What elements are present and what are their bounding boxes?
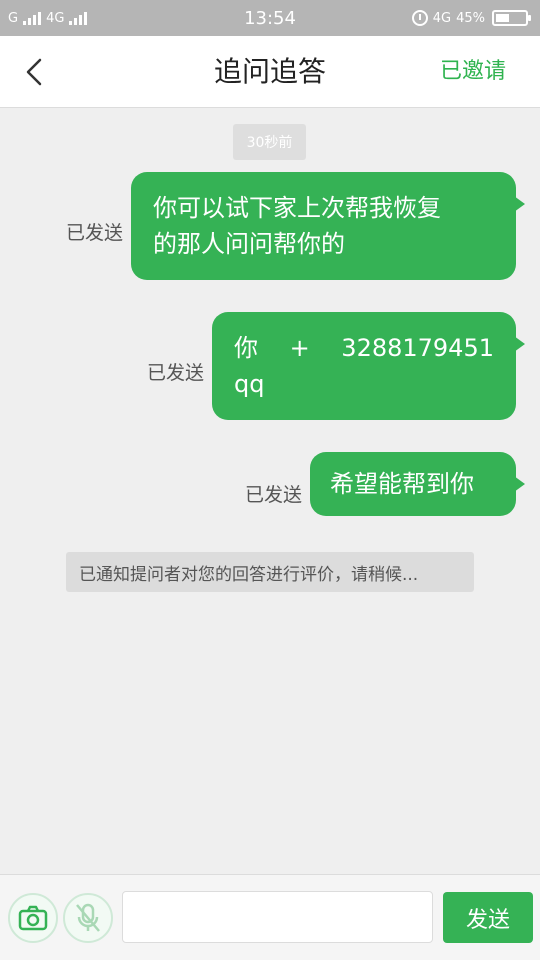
battery-icon	[492, 10, 531, 26]
system-notice: 已通知提问者对您的回答进行评价，请稍候...	[66, 552, 474, 592]
carrier-1: G	[8, 10, 19, 26]
invited-button[interactable]: 已邀请	[440, 36, 506, 108]
sent-status: 已发送	[65, 222, 123, 244]
message-word: 3288179451	[341, 334, 494, 362]
message-word: +	[289, 334, 310, 362]
signal-icon	[69, 11, 88, 25]
sent-status: 已发送	[244, 484, 302, 506]
message-bubble[interactable]: 你可以试下家上次帮我恢复 的那人问问帮你的	[131, 172, 525, 280]
nav-bar: 追问追答 已邀请	[0, 36, 540, 108]
message-bubble[interactable]: 你 + 3288179451 qq	[212, 312, 525, 420]
status-right: 4G 45%	[411, 10, 531, 26]
battery-percent: 45%	[456, 10, 485, 26]
message-timestamp: 30秒前	[233, 124, 306, 160]
message-bubble[interactable]: 希望能帮到你	[310, 452, 525, 516]
send-button[interactable]: 发送	[443, 892, 533, 943]
network-type: 4G	[432, 10, 452, 26]
voice-button[interactable]	[63, 893, 113, 943]
sent-status: 已发送	[146, 362, 204, 384]
signal-icon	[23, 11, 42, 25]
message-row: 已发送 希望能帮到你	[244, 452, 525, 516]
status-bar: G 4G 13:54 4G 45%	[0, 0, 540, 36]
message-row: 已发送 你 + 3288179451 qq	[146, 312, 525, 420]
back-button[interactable]	[16, 54, 52, 90]
camera-icon	[18, 905, 48, 931]
message-word: 你	[234, 334, 258, 362]
message-input[interactable]	[122, 891, 433, 943]
chevron-left-icon	[26, 58, 42, 86]
mic-off-icon	[76, 903, 100, 932]
input-bar: 发送	[0, 874, 540, 960]
message-line: 希望能帮到你	[330, 470, 474, 498]
camera-button[interactable]	[8, 893, 58, 943]
message-line: 你 + 3288179451	[234, 330, 494, 366]
message-line: qq	[234, 370, 265, 398]
message-line: 的那人问问帮你的	[153, 230, 345, 258]
message-line: 你可以试下家上次帮我恢复	[153, 194, 441, 222]
message-row: 已发送 你可以试下家上次帮我恢复 的那人问问帮你的	[65, 172, 525, 280]
alarm-icon	[411, 10, 428, 26]
carrier-2: 4G	[46, 10, 65, 26]
status-left: G 4G	[8, 10, 88, 26]
